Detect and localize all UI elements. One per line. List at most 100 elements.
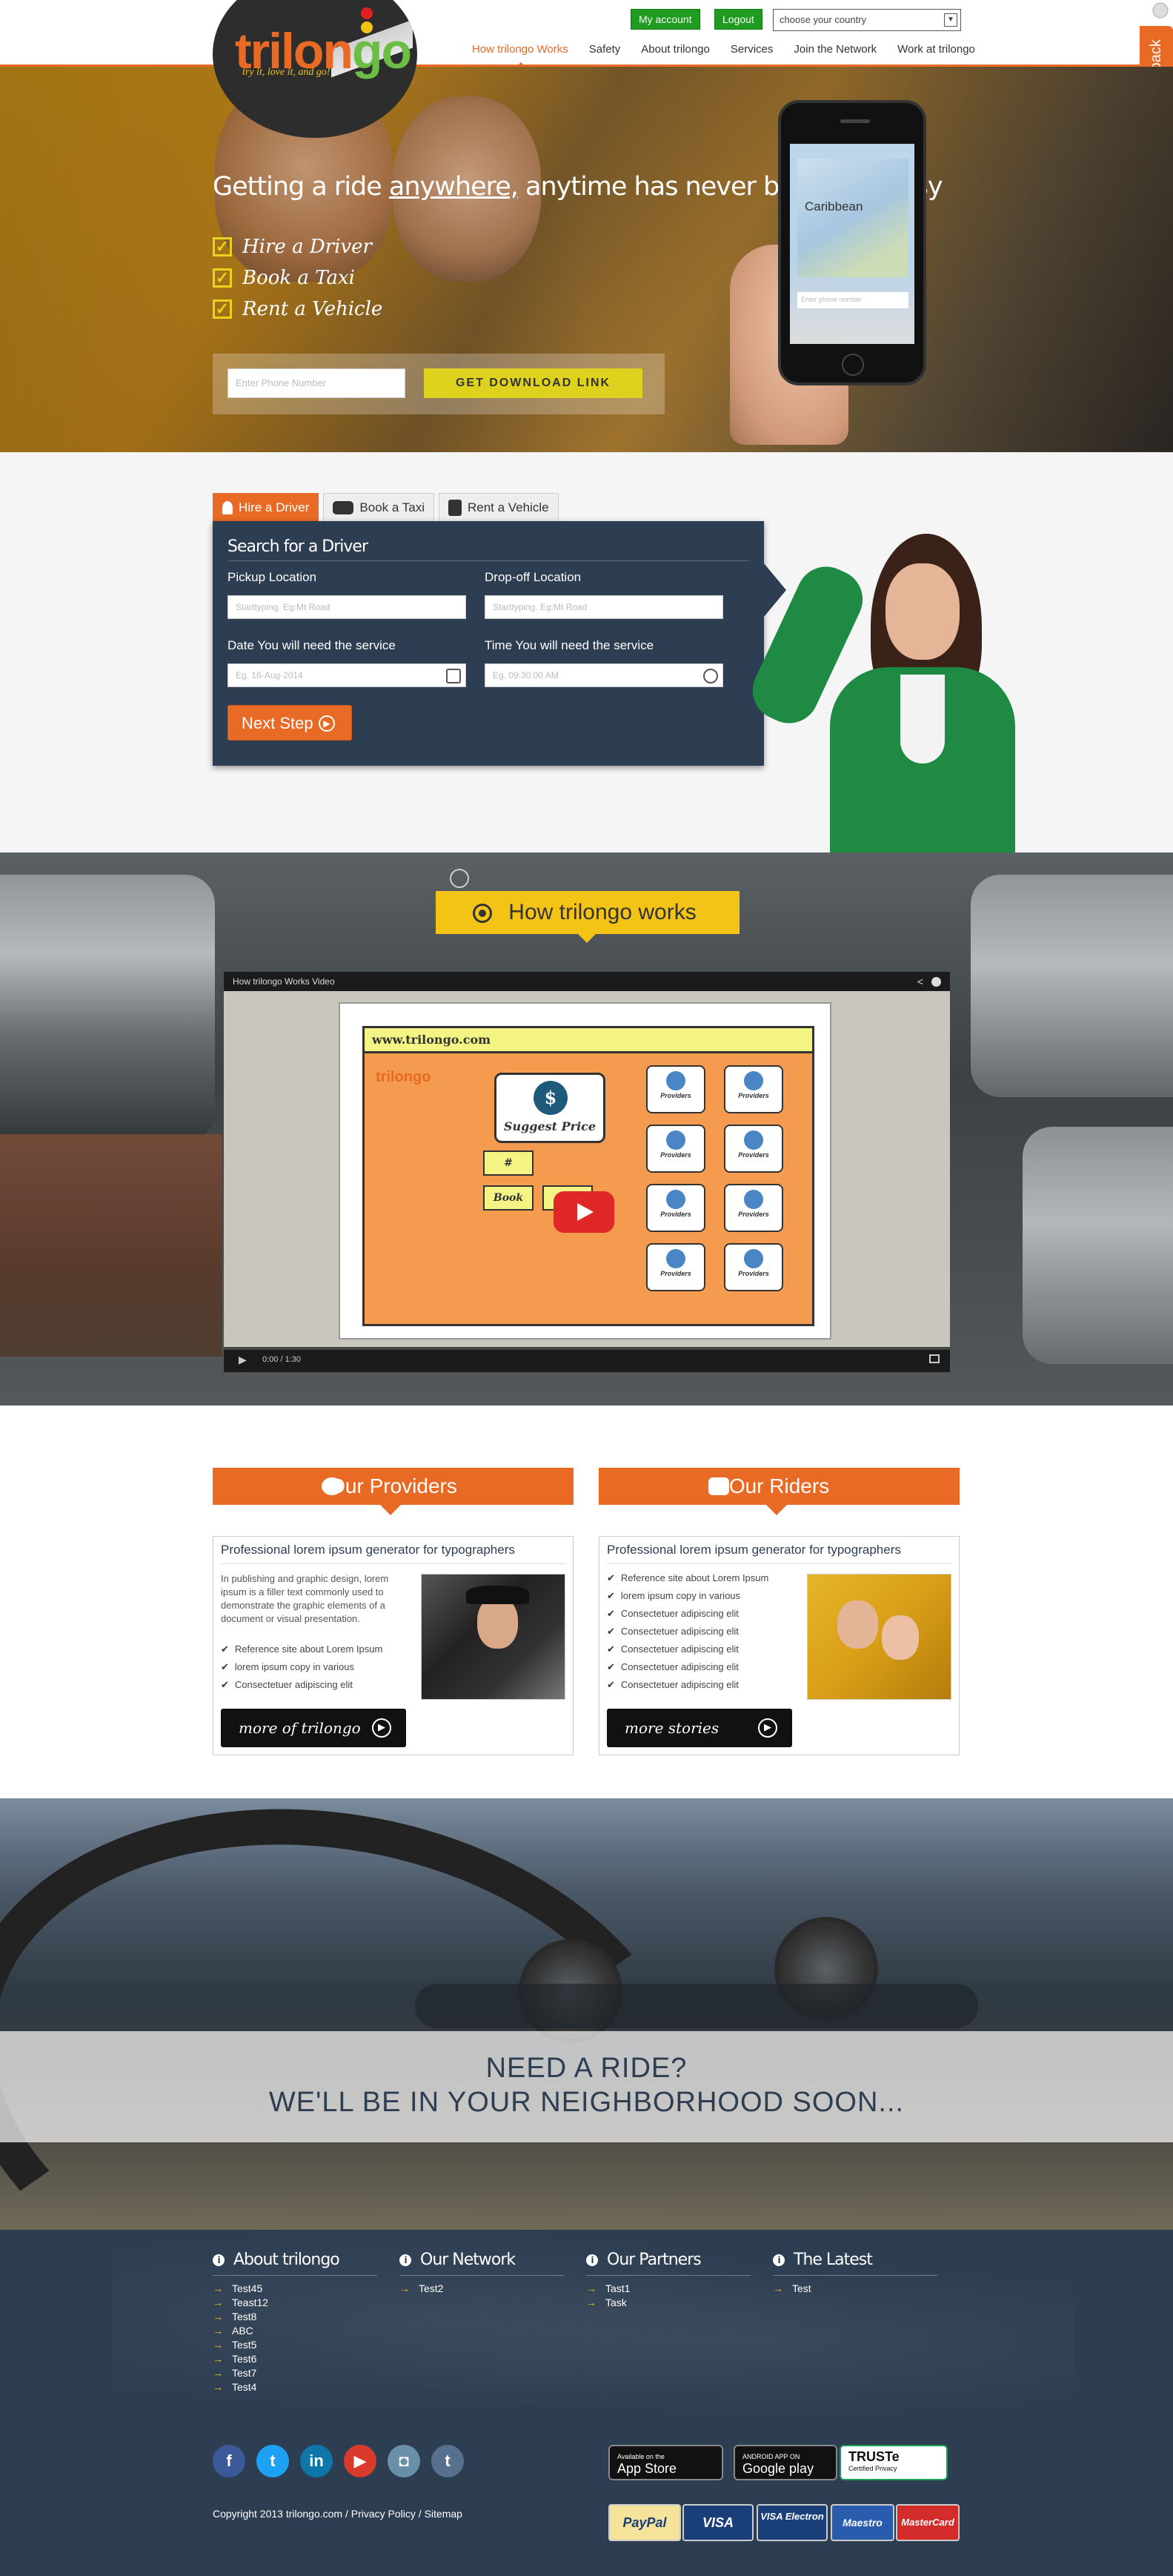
video-progress-bar[interactable] <box>224 1347 950 1350</box>
country-select[interactable]: choose your country ▼ <box>773 9 961 31</box>
youtube-icon[interactable]: ▶ <box>344 2445 376 2477</box>
calendar-icon[interactable] <box>446 669 461 683</box>
play-circle-icon <box>473 904 492 923</box>
twitter-icon[interactable]: t <box>256 2445 289 2477</box>
nav-join-network[interactable]: Join the Network <box>794 43 877 56</box>
riders-photo <box>807 1574 951 1700</box>
vehicle-icon <box>448 499 462 516</box>
list-item: Consectetuer adipiscing elit <box>607 1676 768 1694</box>
google-play-badge[interactable]: ANDROID APP ON Google play <box>734 2445 837 2480</box>
info-icon[interactable] <box>931 977 941 987</box>
facebook-icon[interactable]: f <box>213 2445 245 2477</box>
truste-badge[interactable]: TRUSTe Certified Privacy <box>840 2445 948 2480</box>
providers-list: Reference site about Lorem Ipsum lorem i… <box>221 1640 382 1694</box>
dropoff-label: Drop-off Location <box>485 570 582 584</box>
riders-column: Our Riders Professional lorem ipsum gene… <box>599 1468 960 1755</box>
footer-column-latest: iThe Latest Test <box>773 2251 937 2296</box>
book-pill: Book <box>483 1185 534 1211</box>
riders-list: Reference site about Lorem Ipsum lorem i… <box>607 1569 768 1694</box>
arrow-right-icon: ▶ <box>758 1718 777 1738</box>
more-stories-button[interactable]: more stories ▶ <box>607 1709 792 1747</box>
footer-link[interactable]: Teast12 <box>213 2296 377 2310</box>
checkbox-icon: ✓ <box>213 299 232 319</box>
service-tabs: Hire a Driver Book a Taxi Rent a Vehicle <box>213 493 563 521</box>
footer-link[interactable]: Test5 <box>213 2338 377 2352</box>
phone-map <box>797 159 908 277</box>
globe-icon <box>322 1477 342 1495</box>
providers-column: Our Providers Professional lorem ipsum g… <box>213 1468 574 1755</box>
nav-work[interactable]: Work at trilongo <box>897 43 975 56</box>
linkedin-icon[interactable]: in <box>300 2445 333 2477</box>
title-pointer <box>578 934 596 943</box>
my-account-button[interactable]: My account <box>631 9 700 30</box>
footer-link[interactable]: Test6 <box>213 2352 377 2366</box>
person-icon <box>744 1071 763 1090</box>
face <box>837 1600 878 1649</box>
footer-link[interactable]: ABC <box>213 2324 377 2338</box>
phone-screen: Caribbean Enter phone number <box>790 144 914 344</box>
providers-header: Our Providers <box>213 1468 574 1515</box>
paypal-badge: PayPal <box>608 2504 681 2541</box>
provider-card: Providers <box>646 1065 705 1113</box>
footer-link[interactable]: Test8 <box>213 2310 377 2324</box>
fullscreen-icon[interactable] <box>929 1354 940 1363</box>
get-download-link-button[interactable]: GET DOWNLOAD LINK <box>424 368 642 398</box>
scroll-icon[interactable] <box>450 869 469 888</box>
time-input[interactable]: Eg. 09:30:00 AM <box>485 663 723 687</box>
video-title-bar: How trilongo Works Video < <box>224 972 950 991</box>
pickup-input[interactable]: Starttyping. Eg:Mt Road <box>227 595 466 619</box>
mastercard-badge: MasterCard <box>896 2504 960 2541</box>
footer-link[interactable]: Test2 <box>399 2282 564 2296</box>
logout-button[interactable]: Logout <box>714 9 762 30</box>
app-store-badge[interactable]: Available on the App Store <box>608 2445 723 2480</box>
date-input[interactable]: Eg. 16-Aug-2014 <box>227 663 466 687</box>
footer-link[interactable]: Tast1 <box>586 2282 751 2296</box>
nav-how-it-works[interactable]: How trilongo Works <box>472 43 568 56</box>
hero-feature-list: ✓ Hire a Driver ✓ Book a Taxi ✓ Rent a Vehi… <box>213 236 382 329</box>
footer-link[interactable]: Task <box>586 2296 751 2310</box>
nav-safety[interactable]: Safety <box>589 43 621 56</box>
clock-icon[interactable] <box>703 669 718 683</box>
list-item: Consectetuer adipiscing elit <box>607 1658 768 1676</box>
tumblr-icon[interactable]: t <box>431 2445 464 2477</box>
checkbox-icon: ✓ <box>213 237 232 256</box>
copyright: Copyright 2013 trilongo.com / Privacy Po… <box>213 2508 462 2520</box>
list-item: Reference site about Lorem Ipsum <box>221 1640 382 1658</box>
hero-feature: ✓ Book a Taxi <box>213 267 382 289</box>
feedback-close-icon[interactable] <box>1149 0 1173 24</box>
video-controls: ▶ 0:00 / 1:30 <box>224 1347 950 1372</box>
person-icon <box>744 1249 763 1268</box>
list-item: Reference site about Lorem Ipsum <box>607 1569 768 1587</box>
phone-speaker <box>840 119 870 123</box>
search-panel: Search for a Driver Pickup Location Star… <box>213 521 764 766</box>
phone-screen-input: Enter phone number <box>797 292 908 308</box>
social-links: f t in ▶ ◘ t <box>213 2445 475 2477</box>
phone-number-input[interactable]: Enter Phone Number <box>227 368 405 398</box>
play-button[interactable] <box>554 1191 614 1233</box>
person-icon <box>666 1071 685 1090</box>
more-of-trilongo-button[interactable]: more of trilongo ▶ <box>221 1709 406 1747</box>
dropoff-input[interactable]: Starttyping. Eg:Mt Road <box>485 595 723 619</box>
person-icon <box>666 1249 685 1268</box>
tab-book-taxi[interactable]: Book a Taxi <box>323 493 434 521</box>
driver-icon <box>222 500 233 514</box>
footer-link[interactable]: Test7 <box>213 2366 377 2380</box>
nav-about[interactable]: About trilongo <box>641 43 710 56</box>
footer-link[interactable]: Test4 <box>213 2380 377 2394</box>
tab-hire-driver[interactable]: Hire a Driver <box>213 493 319 521</box>
dollar-icon: $ <box>534 1081 568 1115</box>
cap <box>466 1586 529 1604</box>
footer-link[interactable]: Test45 <box>213 2282 377 2296</box>
next-step-button[interactable]: Next Step ▶ <box>227 705 352 741</box>
nav-services[interactable]: Services <box>731 43 774 56</box>
need-a-ride-heading: NEED A RIDE? <box>485 2053 688 2084</box>
footer-link[interactable]: Test <box>773 2282 937 2296</box>
hero-feature: ✓ Hire a Driver <box>213 236 382 258</box>
video-player[interactable]: How trilongo Works Video < www.trilongo.… <box>224 972 950 1372</box>
instagram-icon[interactable]: ◘ <box>388 2445 420 2477</box>
share-icon[interactable]: < <box>917 972 923 991</box>
tab-rent-vehicle[interactable]: Rent a Vehicle <box>438 493 559 521</box>
video-section-title: How trilongo works <box>436 891 740 934</box>
play-icon[interactable]: ▶ <box>239 1347 247 1372</box>
time-label: Time You will need the service <box>485 638 654 652</box>
